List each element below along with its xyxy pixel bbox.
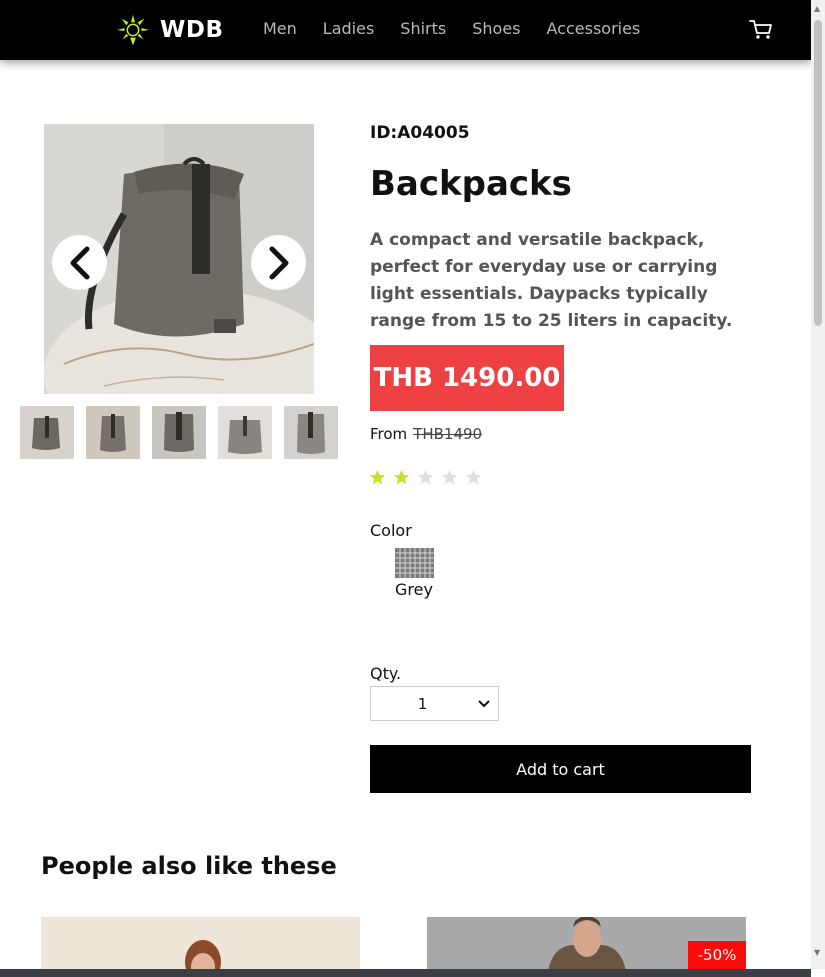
thumbnail[interactable] [86,406,140,459]
thumbnail[interactable] [152,406,206,459]
related-title: People also like these [41,852,337,880]
star-icon [465,469,482,485]
old-price: THB1490 [413,425,483,443]
scroll-up-icon[interactable]: ▲ [814,4,820,13]
gallery-prev-button[interactable] [52,235,107,290]
page-scrollbar[interactable]: ▲ ▼ [811,0,825,969]
add-to-cart-button[interactable]: Add to cart [370,745,751,793]
bottom-strip [0,969,811,977]
logo-icon [116,14,150,46]
nav-shoes[interactable]: Shoes [472,19,520,38]
rating-stars [369,469,489,486]
color-swatch-label: Grey [395,580,433,599]
nav-accessories[interactable]: Accessories [547,19,641,38]
brand-name: WDB [160,17,224,43]
chevron-right-icon [269,246,288,279]
discount-badge: -50% [688,941,746,969]
product-id: ID:A04005 [370,123,470,143]
color-swatch-grey[interactable] [395,548,434,578]
gallery-next-button[interactable] [251,235,306,290]
star-icon [417,469,434,485]
from-label: From [370,425,408,443]
site-header: WDB Men Ladies Shirts Shoes Accessories [0,0,811,60]
star-icon [441,469,458,485]
qty-label: Qty. [370,664,402,683]
star-icon [369,469,386,485]
scrollbar-thumb[interactable] [814,20,822,326]
scroll-down-icon[interactable]: ▼ [814,948,820,957]
qty-value: 1 [417,694,428,713]
main-nav: Men Ladies Shirts Shoes Accessories [263,19,666,38]
qty-select[interactable]: 1 [370,686,499,721]
nav-shirts[interactable]: Shirts [400,19,446,38]
star-icon [393,469,410,485]
related-product-card[interactable] [41,917,360,977]
thumbnail[interactable] [218,406,272,459]
product-title: Backpacks [370,164,572,204]
chevron-left-icon [70,246,89,279]
product-main-image [44,124,314,394]
logo[interactable]: WDB [114,11,224,49]
color-label: Color [370,521,412,540]
product-description: A compact and versatile backpack, perfec… [370,230,733,331]
thumbnail[interactable] [284,406,338,459]
cart-icon[interactable] [749,19,773,41]
nav-men[interactable]: Men [263,19,297,38]
price-badge: THB 1490.00 [370,345,564,411]
thumbnail[interactable] [20,406,74,459]
chevron-down-icon [478,699,490,707]
thumbnail-strip [20,406,350,459]
nav-ladies[interactable]: Ladies [323,19,375,38]
from-price: From THB1490 [370,425,482,443]
